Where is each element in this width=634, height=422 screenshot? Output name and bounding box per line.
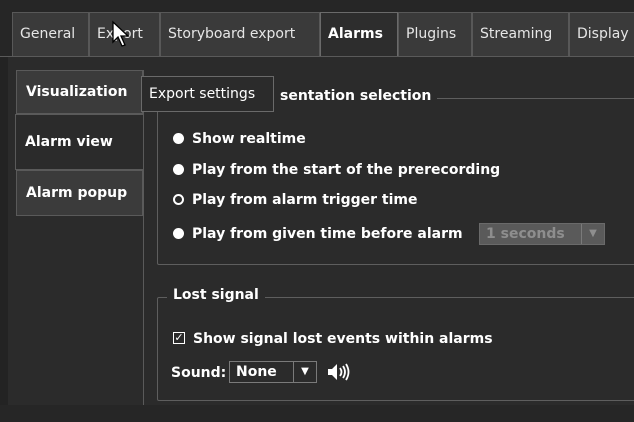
mouse-pointer-icon — [111, 20, 133, 52]
option-label: Play from alarm trigger time — [192, 192, 418, 208]
radio-icon[interactable] — [173, 132, 184, 144]
radio-icon[interactable] — [173, 193, 184, 205]
option-show-realtime[interactable]: Show realtime — [173, 129, 306, 149]
export-settings-tooltip: Export settings — [141, 76, 274, 112]
top-tab-bar: General Export Storyboard export Alarms … — [0, 0, 634, 58]
bottom-band — [0, 405, 634, 422]
presentation-group-legend: sentation selection — [274, 88, 438, 104]
lost-signal-group — [157, 297, 634, 401]
option-label: Play from the start of the prerecording — [192, 162, 501, 178]
side-tab-alarm-view[interactable]: Alarm view — [15, 114, 143, 170]
option-play-from-trigger[interactable]: Play from alarm trigger time — [173, 190, 418, 210]
chevron-down-icon[interactable]: ▼ — [293, 362, 316, 382]
option-label: Show realtime — [192, 131, 306, 147]
tab-general[interactable]: General — [12, 12, 89, 56]
side-tab-visualization[interactable]: Visualization — [16, 70, 143, 114]
radio-icon[interactable] — [173, 227, 184, 239]
sound-label: Sound: — [171, 365, 227, 381]
sound-value: None — [236, 364, 277, 380]
checkbox-checked-icon[interactable]: ✓ — [173, 332, 185, 344]
chevron-down-icon[interactable]: ▼ — [581, 224, 604, 244]
show-signal-lost-checkbox-row[interactable]: ✓ Show signal lost events within alarms — [173, 329, 493, 349]
side-tab-alarm-popup[interactable]: Alarm popup — [16, 170, 143, 216]
tab-storyboard-export[interactable]: Storyboard export — [160, 12, 320, 56]
seconds-value: 1 seconds — [486, 226, 565, 242]
option-label: Play from given time before alarm — [192, 226, 463, 242]
side-tab-separator — [143, 70, 144, 405]
tab-alarms[interactable]: Alarms — [320, 12, 398, 58]
radio-icon[interactable] — [173, 163, 184, 175]
option-play-from-given-time[interactable]: Play from given time before alarm — [173, 224, 463, 244]
lost-signal-legend: Lost signal — [167, 287, 265, 303]
sound-combo[interactable]: None ▼ — [229, 361, 317, 383]
tab-display[interactable]: Display — [569, 12, 634, 56]
checkbox-label: Show signal lost events within alarms — [193, 331, 493, 347]
seconds-before-alarm-combo[interactable]: 1 seconds ▼ — [479, 223, 605, 245]
left-margin — [0, 57, 8, 422]
tab-plugins[interactable]: Plugins — [398, 12, 472, 56]
speaker-icon[interactable] — [324, 360, 354, 384]
tab-streaming[interactable]: Streaming — [472, 12, 569, 56]
option-play-from-prerecording[interactable]: Play from the start of the prerecording — [173, 160, 500, 180]
